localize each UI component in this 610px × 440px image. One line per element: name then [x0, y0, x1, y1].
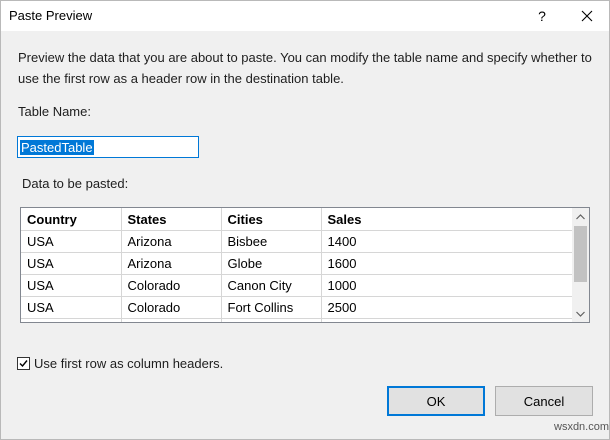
table-row: [21, 318, 573, 322]
column-header[interactable]: States: [120, 208, 222, 231]
table-header-row: Country States Cities Sales: [21, 208, 573, 231]
data-label: Data to be pasted:: [22, 176, 129, 191]
table-cell: 1000: [320, 274, 573, 297]
table-cell: [21, 318, 122, 322]
first-row-header-checkbox[interactable]: [17, 357, 30, 370]
table-cell: [120, 318, 222, 322]
table-cell: Colorado: [120, 274, 222, 297]
table-row: USA Colorado Canon City 1000: [21, 274, 573, 297]
help-button[interactable]: ?: [527, 1, 557, 31]
table-cell: Bisbee: [220, 230, 322, 253]
table-cell: USA: [21, 296, 122, 319]
close-icon: [581, 10, 593, 22]
table-cell: Fort Collins: [220, 296, 322, 319]
table-row: USA Arizona Bisbee 1400: [21, 230, 573, 253]
scroll-up-button[interactable]: [572, 208, 589, 225]
check-icon: [19, 360, 28, 368]
data-table: Country States Cities Sales USA Arizona …: [21, 208, 573, 322]
table-name-label: Table Name:: [18, 104, 91, 119]
checkbox-label[interactable]: Use first row as column headers.: [34, 356, 223, 371]
column-header[interactable]: Sales: [320, 208, 573, 231]
ok-button[interactable]: OK: [387, 386, 485, 416]
table-cell: 2500: [320, 296, 573, 319]
watermark: wsxdn.com: [554, 421, 610, 433]
chevron-down-icon: [576, 311, 585, 317]
description-text: Preview the data that you are about to p…: [18, 50, 592, 86]
table-cell: Canon City: [220, 274, 322, 297]
column-header[interactable]: Country: [21, 208, 122, 231]
table-cell: Globe: [220, 252, 322, 275]
title-bar: Paste Preview ?: [1, 1, 609, 31]
cancel-button[interactable]: Cancel: [495, 386, 593, 416]
table-cell: 1400: [320, 230, 573, 253]
vertical-scrollbar[interactable]: [572, 208, 589, 322]
table-cell: [320, 318, 573, 322]
table-cell: USA: [21, 230, 122, 253]
table-cell: Colorado: [120, 296, 222, 319]
table-cell: [220, 318, 322, 322]
chevron-up-icon: [576, 213, 585, 219]
close-button[interactable]: [567, 1, 607, 31]
table-cell: 1600: [320, 252, 573, 275]
table-row: USA Arizona Globe 1600: [21, 252, 573, 275]
table-name-input[interactable]: PastedTable: [17, 136, 199, 158]
table-cell: USA: [21, 274, 122, 297]
table-row: USA Colorado Fort Collins 2500: [21, 296, 573, 319]
column-header[interactable]: Cities: [220, 208, 322, 231]
table-cell: Arizona: [120, 230, 222, 253]
scroll-thumb[interactable]: [574, 226, 587, 282]
table-cell: USA: [21, 252, 122, 275]
data-preview-grid[interactable]: Country States Cities Sales USA Arizona …: [20, 207, 590, 323]
dialog-title: Paste Preview: [9, 8, 93, 23]
table-name-value: PastedTable: [20, 140, 94, 155]
scroll-down-button[interactable]: [572, 305, 589, 322]
table-cell: Arizona: [120, 252, 222, 275]
